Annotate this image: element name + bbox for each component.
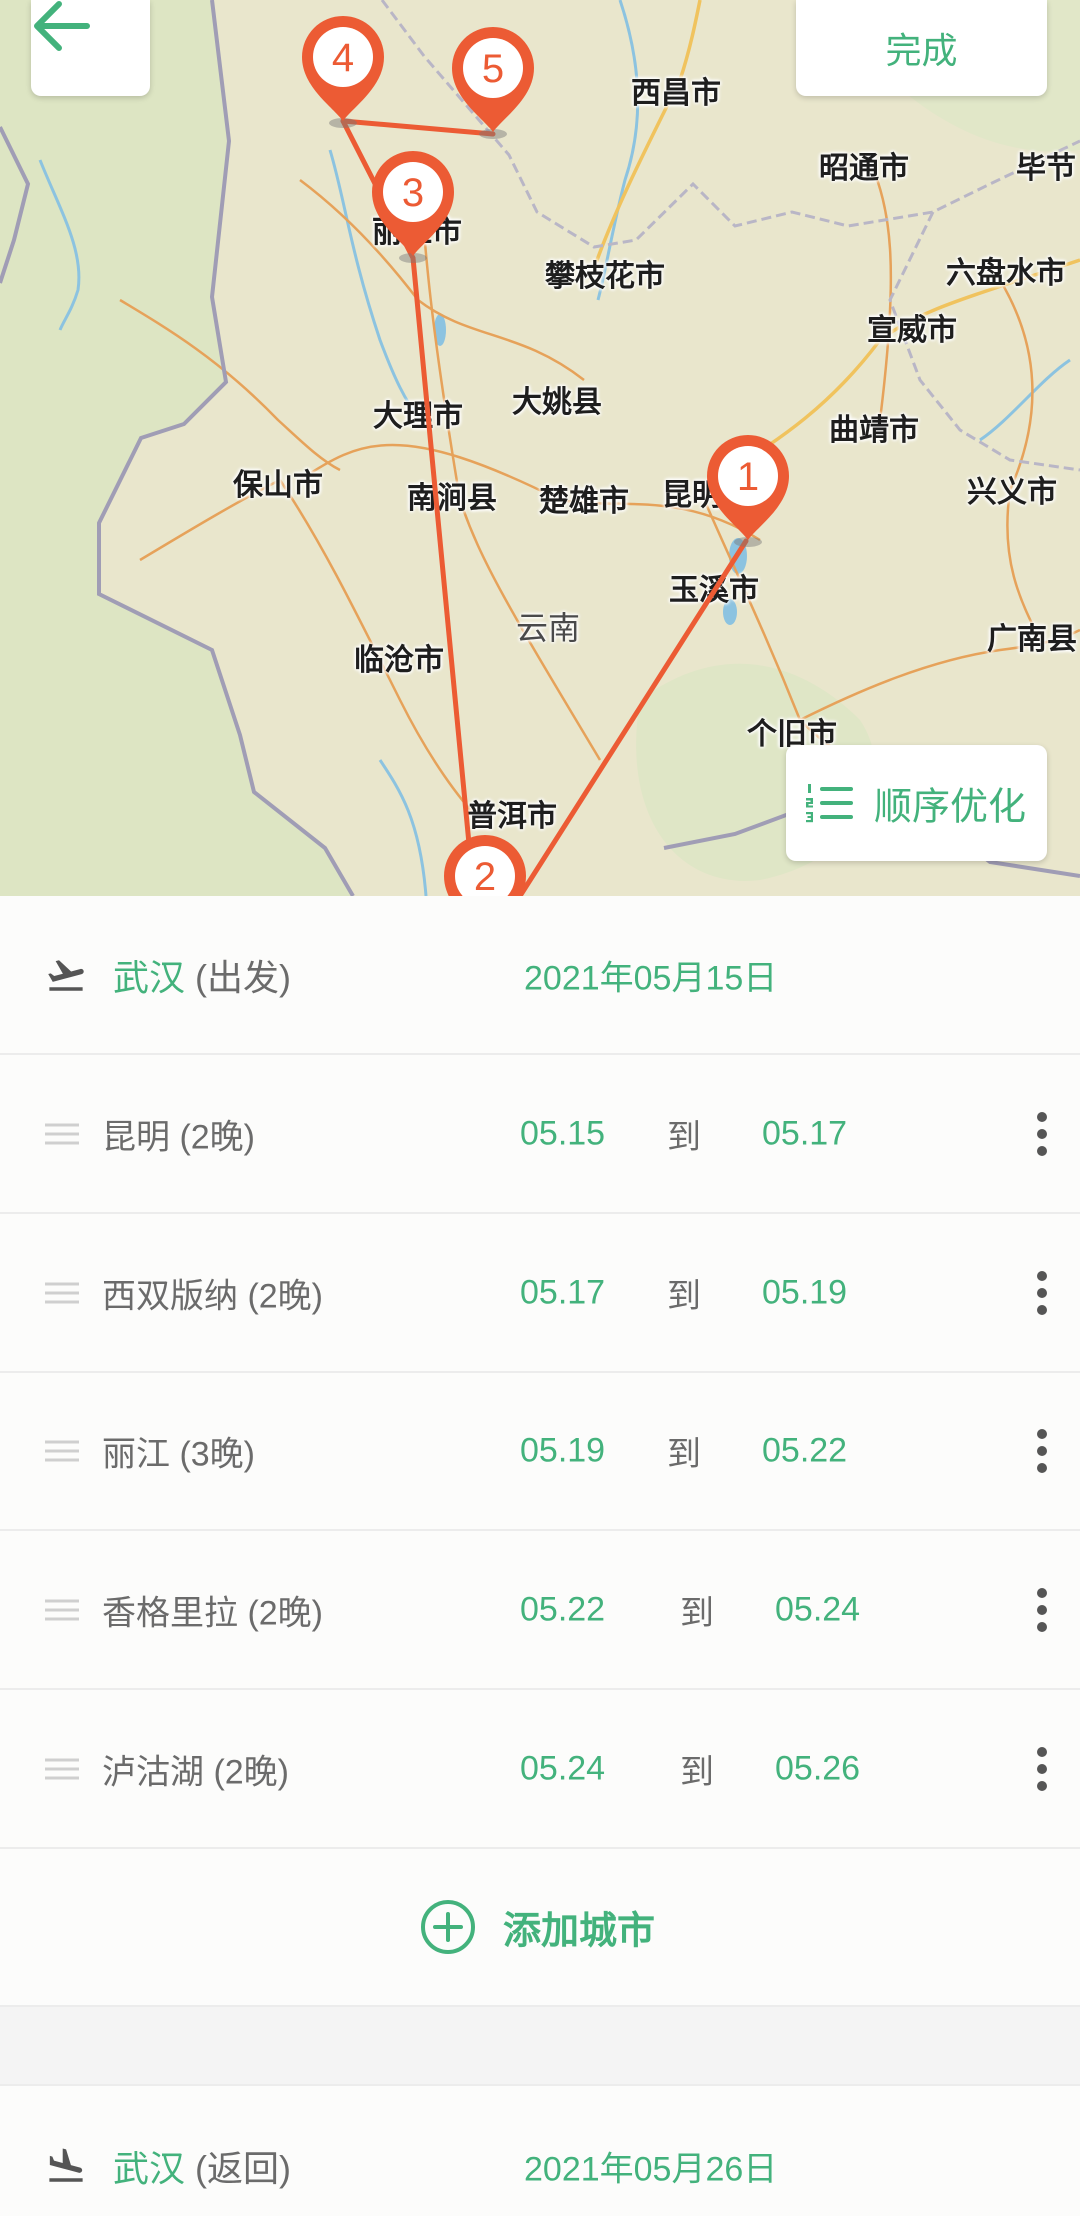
done-button-label: 完成 bbox=[885, 30, 958, 71]
trip-planner-screen: 西昌市 昭通市 毕节 丽江市 攀枝花市 六盘水市 宣威市 大理市 大姚县 曲靖市… bbox=[0, 0, 1080, 2216]
back-button[interactable] bbox=[31, 0, 150, 96]
departure-city: 武汉 (出发) bbox=[113, 949, 291, 1001]
stop-row[interactable]: 昆明 (2晚) 05.15 到 05.17 bbox=[0, 1055, 1080, 1214]
numbered-list-icon bbox=[806, 784, 853, 823]
return-city-name: 武汉 bbox=[113, 2148, 186, 2189]
stop-name: 西双版纳 (2晚) bbox=[102, 1277, 323, 1315]
drag-handle-icon[interactable] bbox=[45, 1122, 79, 1146]
departure-city-name: 武汉 bbox=[113, 956, 186, 998]
stop-start-date[interactable]: 05.19 bbox=[520, 1432, 605, 1471]
return-row[interactable]: 武汉 (返回) 2021年05月26日 bbox=[0, 2084, 1080, 2216]
stop-start-date[interactable]: 05.24 bbox=[520, 1749, 605, 1788]
more-vertical-icon[interactable] bbox=[1036, 1586, 1048, 1634]
route-marker-4[interactable]: 4 bbox=[302, 15, 384, 128]
date-separator: 到 bbox=[667, 1277, 701, 1315]
drag-handle-icon[interactable] bbox=[45, 1439, 79, 1463]
departure-date[interactable]: 2021年05月15日 bbox=[524, 950, 777, 999]
plane-takeoff-icon bbox=[48, 959, 84, 991]
plus-circle-icon bbox=[421, 1900, 475, 1954]
date-separator: 到 bbox=[667, 1118, 701, 1156]
stop-row[interactable]: 西双版纳 (2晚) 05.17 到 05.19 bbox=[0, 1214, 1080, 1373]
stop-end-date[interactable]: 05.22 bbox=[762, 1432, 847, 1471]
stop-name: 泸沽湖 (2晚) bbox=[102, 1753, 289, 1791]
plane-landing-icon bbox=[49, 2148, 83, 2182]
return-tag: (返回) bbox=[195, 2148, 291, 2189]
stop-end-date[interactable]: 05.24 bbox=[775, 1590, 860, 1629]
stop-end-date[interactable]: 05.26 bbox=[775, 1749, 860, 1788]
return-date[interactable]: 2021年05月26日 bbox=[524, 2142, 777, 2191]
more-vertical-icon[interactable] bbox=[1036, 1745, 1048, 1793]
stop-name: 丽江 (3晚) bbox=[102, 1435, 255, 1474]
stop-end-date[interactable]: 05.19 bbox=[762, 1273, 847, 1312]
drag-handle-icon[interactable] bbox=[45, 1281, 79, 1305]
more-vertical-icon[interactable] bbox=[1036, 1427, 1048, 1475]
stop-start-date[interactable]: 05.17 bbox=[520, 1273, 605, 1312]
stop-row[interactable]: 丽江 (3晚) 05.19 到 05.22 bbox=[0, 1373, 1080, 1531]
date-separator: 到 bbox=[680, 1594, 714, 1632]
route-marker-2[interactable]: 2 bbox=[444, 835, 526, 896]
done-button[interactable]: 完成 bbox=[796, 0, 1047, 96]
drag-handle-icon[interactable] bbox=[45, 1757, 79, 1781]
add-city-button[interactable]: 添加城市 bbox=[0, 1849, 1080, 2007]
drag-handle-icon[interactable] bbox=[45, 1598, 79, 1622]
section-divider bbox=[0, 2007, 1080, 2084]
arrow-left-icon bbox=[34, 1, 90, 51]
marker-number: 1 bbox=[737, 455, 759, 499]
marker-number: 4 bbox=[332, 36, 354, 80]
more-vertical-icon[interactable] bbox=[1036, 1269, 1048, 1317]
stop-row[interactable]: 泸沽湖 (2晚) 05.24 到 05.26 bbox=[0, 1690, 1080, 1849]
route-marker-3[interactable]: 3 bbox=[372, 150, 454, 263]
route-map[interactable]: 西昌市 昭通市 毕节 丽江市 攀枝花市 六盘水市 宣威市 大理市 大姚县 曲靖市… bbox=[0, 0, 1080, 896]
route-segment-4-5 bbox=[340, 118, 496, 137]
stop-end-date[interactable]: 05.17 bbox=[762, 1114, 847, 1153]
marker-number: 3 bbox=[402, 171, 424, 215]
stop-name: 昆明 (2晚) bbox=[102, 1118, 255, 1156]
optimize-order-button[interactable]: 顺序优化 bbox=[786, 745, 1047, 861]
date-separator: 到 bbox=[667, 1435, 701, 1474]
more-vertical-icon[interactable] bbox=[1036, 1110, 1048, 1158]
date-separator: 到 bbox=[680, 1753, 714, 1791]
stop-name: 香格里拉 (2晚) bbox=[102, 1594, 323, 1632]
departure-tag: (出发) bbox=[195, 956, 291, 998]
return-city: 武汉 (返回) bbox=[113, 2140, 291, 2192]
route-segment-1-2 bbox=[517, 538, 749, 896]
route-marker-5[interactable]: 5 bbox=[452, 26, 534, 139]
stop-start-date[interactable]: 05.22 bbox=[520, 1590, 605, 1629]
departure-row[interactable]: 武汉 (出发) 2021年05月15日 bbox=[0, 896, 1080, 1055]
marker-number: 5 bbox=[482, 47, 504, 91]
marker-number: 2 bbox=[474, 855, 496, 896]
route-marker-1[interactable]: 1 bbox=[707, 434, 789, 547]
add-city-label: 添加城市 bbox=[503, 1910, 656, 1953]
stop-start-date[interactable]: 05.15 bbox=[520, 1114, 605, 1153]
route-segment-2-3 bbox=[410, 255, 477, 896]
stop-row[interactable]: 香格里拉 (2晚) 05.22 到 05.24 bbox=[0, 1531, 1080, 1690]
optimize-order-label: 顺序优化 bbox=[874, 786, 1027, 829]
